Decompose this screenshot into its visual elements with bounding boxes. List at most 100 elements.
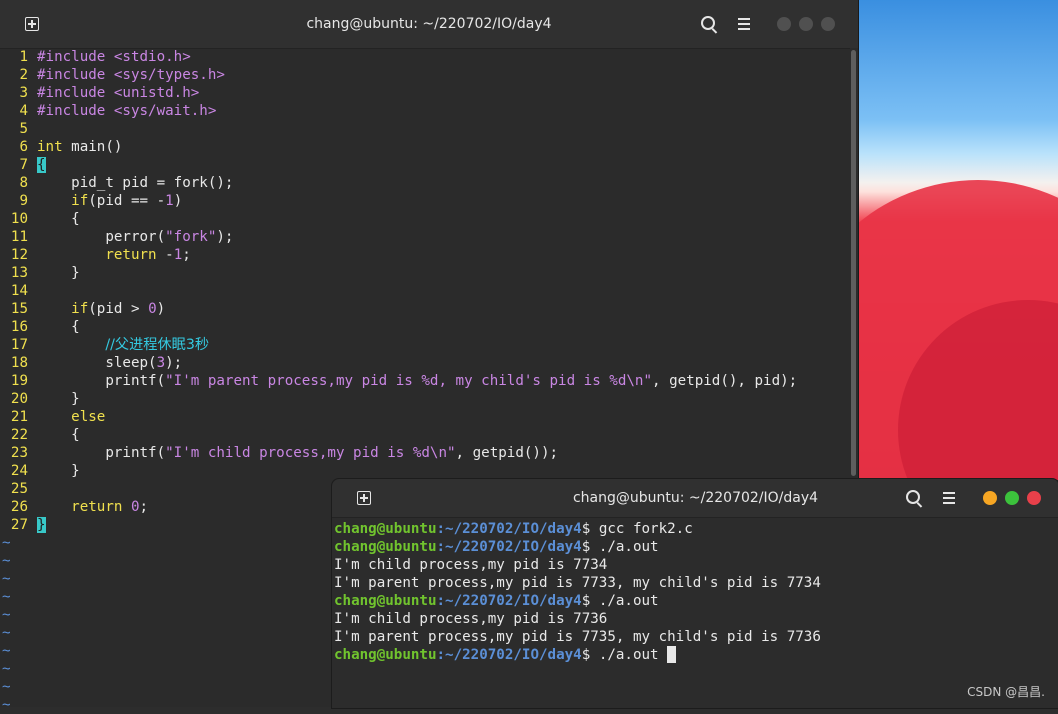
code-text[interactable]: } <box>37 265 80 281</box>
code-line[interactable]: 16 { <box>0 318 850 336</box>
code-line[interactable]: 14 <box>0 282 850 300</box>
vim-window-titlebar[interactable]: chang@ubuntu: ~/220702/IO/day4 <box>0 0 858 49</box>
code-text[interactable]: printf("I'm parent process,my pid is %d,… <box>37 373 797 389</box>
code-line[interactable]: 7{ <box>0 156 850 174</box>
code-text[interactable]: return 0; <box>37 499 148 515</box>
tilde-marker: ~ <box>2 571 11 587</box>
code-line[interactable]: 21 else <box>0 408 850 426</box>
window-title: chang@ubuntu: ~/220702/IO/day4 <box>306 16 552 32</box>
code-line[interactable]: 1 #include <stdio.h> <box>0 48 850 66</box>
line-number: 8 <box>19 175 28 191</box>
code-text[interactable]: } <box>37 391 80 407</box>
code-line[interactable]: 13 } <box>0 264 850 282</box>
code-line[interactable]: 17 //父进程休眠3秒 <box>0 336 850 354</box>
code-text[interactable]: } <box>37 463 80 479</box>
prompt-path: :~/220702/IO/day4 <box>436 593 582 609</box>
code-text[interactable]: sleep(3); <box>37 355 182 371</box>
code-text[interactable]: int main() <box>37 139 122 155</box>
code-line[interactable]: 20 } <box>0 390 850 408</box>
maximize-button[interactable] <box>799 17 813 31</box>
prompt-line[interactable]: chang@ubuntu:~/220702/IO/day4$ gcc fork2… <box>334 520 1058 538</box>
minimize-button[interactable] <box>777 17 791 31</box>
prompt-line[interactable]: chang@ubuntu:~/220702/IO/day4$ ./a.out <box>334 646 1058 664</box>
close-button[interactable] <box>821 17 835 31</box>
code-text[interactable]: //父进程休眠3秒 <box>37 337 209 353</box>
search-button[interactable] <box>903 488 923 508</box>
search-button[interactable] <box>698 14 718 34</box>
code-text[interactable]: } <box>37 517 46 533</box>
code-text[interactable]: #include <unistd.h> <box>37 85 199 101</box>
new-tab-button[interactable] <box>354 488 374 508</box>
line-number: 6 <box>19 139 28 155</box>
output-terminal-window[interactable]: chang@ubuntu: ~/220702/IO/day4 chang@ubu… <box>331 478 1058 709</box>
output-line: I'm parent process,my pid is 7735, my ch… <box>334 629 821 645</box>
line-number: 16 <box>10 319 28 335</box>
code-line[interactable]: 10 { <box>0 210 850 228</box>
prompt-line[interactable]: chang@ubuntu:~/220702/IO/day4$ ./a.out <box>334 592 1058 610</box>
scrollbar-thumb[interactable] <box>851 50 856 476</box>
maximize-button[interactable] <box>1005 491 1019 505</box>
line-number: 11 <box>10 229 28 245</box>
command-text: gcc fork2.c <box>598 521 693 537</box>
code-line[interactable]: 23 printf("I'm child process,my pid is %… <box>0 444 850 462</box>
vim-scrollbar[interactable] <box>850 48 858 478</box>
tilde-marker: ~ <box>2 535 11 551</box>
output-line: I'm child process,my pid is 7734 <box>334 557 608 573</box>
terminal-output[interactable]: chang@ubuntu:~/220702/IO/day4$ gcc fork2… <box>332 518 1058 664</box>
code-text[interactable]: { <box>37 211 80 227</box>
code-text[interactable]: #include <sys/types.h> <box>37 67 225 83</box>
minimize-button[interactable] <box>983 491 997 505</box>
code-line[interactable]: 8 pid_t pid = fork(); <box>0 174 850 192</box>
code-text[interactable]: pid_t pid = fork(); <box>37 175 233 191</box>
prompt-user: chang@ubuntu <box>334 539 437 555</box>
terminal-titlebar[interactable]: chang@ubuntu: ~/220702/IO/day4 <box>332 479 1058 518</box>
code-text[interactable]: { <box>37 427 80 443</box>
code-text[interactable]: if(pid == -1) <box>37 193 182 209</box>
new-tab-icon <box>357 491 371 505</box>
line-number: 26 <box>10 499 28 515</box>
prompt-symbol: $ <box>581 539 599 555</box>
search-icon <box>906 490 920 504</box>
code-line[interactable]: 18 sleep(3); <box>0 354 850 372</box>
code-text[interactable]: { <box>37 157 46 173</box>
code-text[interactable]: #include <stdio.h> <box>37 49 191 65</box>
menu-button[interactable] <box>734 14 754 34</box>
code-line[interactable]: 15 if(pid > 0) <box>0 300 850 318</box>
code-text[interactable]: { <box>37 319 80 335</box>
tilde-marker: ~ <box>2 643 11 659</box>
code-line[interactable]: 9 if(pid == -1) <box>0 192 850 210</box>
line-number: 2 <box>19 67 28 83</box>
code-line[interactable]: 22 { <box>0 426 850 444</box>
code-text[interactable]: #include <sys/wait.h> <box>37 103 216 119</box>
tilde-marker: ~ <box>2 607 11 623</box>
code-line[interactable]: 19 printf("I'm parent process,my pid is … <box>0 372 850 390</box>
tilde-marker: ~ <box>2 697 11 713</box>
code-line[interactable]: 6 int main() <box>0 138 850 156</box>
code-text[interactable]: printf("I'm child process,my pid is %d\n… <box>37 445 558 461</box>
line-number: 25 <box>10 481 28 497</box>
code-line[interactable]: 11 perror("fork"); <box>0 228 850 246</box>
code-line[interactable]: 5 <box>0 120 850 138</box>
output-line: I'm child process,my pid is 7736 <box>334 611 608 627</box>
line-number: 15 <box>10 301 28 317</box>
prompt-symbol: $ <box>581 521 599 537</box>
code-line[interactable]: 12 return -1; <box>0 246 850 264</box>
code-line[interactable]: 3 #include <unistd.h> <box>0 84 850 102</box>
new-tab-button[interactable] <box>22 14 42 34</box>
code-line[interactable]: 2 #include <sys/types.h> <box>0 66 850 84</box>
prompt-path: :~/220702/IO/day4 <box>436 647 582 663</box>
line-number: 4 <box>19 103 28 119</box>
code-text[interactable]: else <box>37 409 105 425</box>
code-text[interactable]: return -1; <box>37 247 190 263</box>
code-line[interactable]: 4 #include <sys/wait.h> <box>0 102 850 120</box>
close-button[interactable] <box>1027 491 1041 505</box>
code-text[interactable]: perror("fork"); <box>37 229 233 245</box>
new-tab-icon <box>25 17 39 31</box>
line-number: 1 <box>19 49 28 65</box>
line-number: 7 <box>19 157 28 173</box>
prompt-symbol: $ <box>581 647 599 663</box>
line-number: 27 <box>10 517 28 533</box>
prompt-line[interactable]: chang@ubuntu:~/220702/IO/day4$ ./a.out <box>334 538 1058 556</box>
code-text[interactable]: if(pid > 0) <box>37 301 165 317</box>
menu-button[interactable] <box>939 488 959 508</box>
